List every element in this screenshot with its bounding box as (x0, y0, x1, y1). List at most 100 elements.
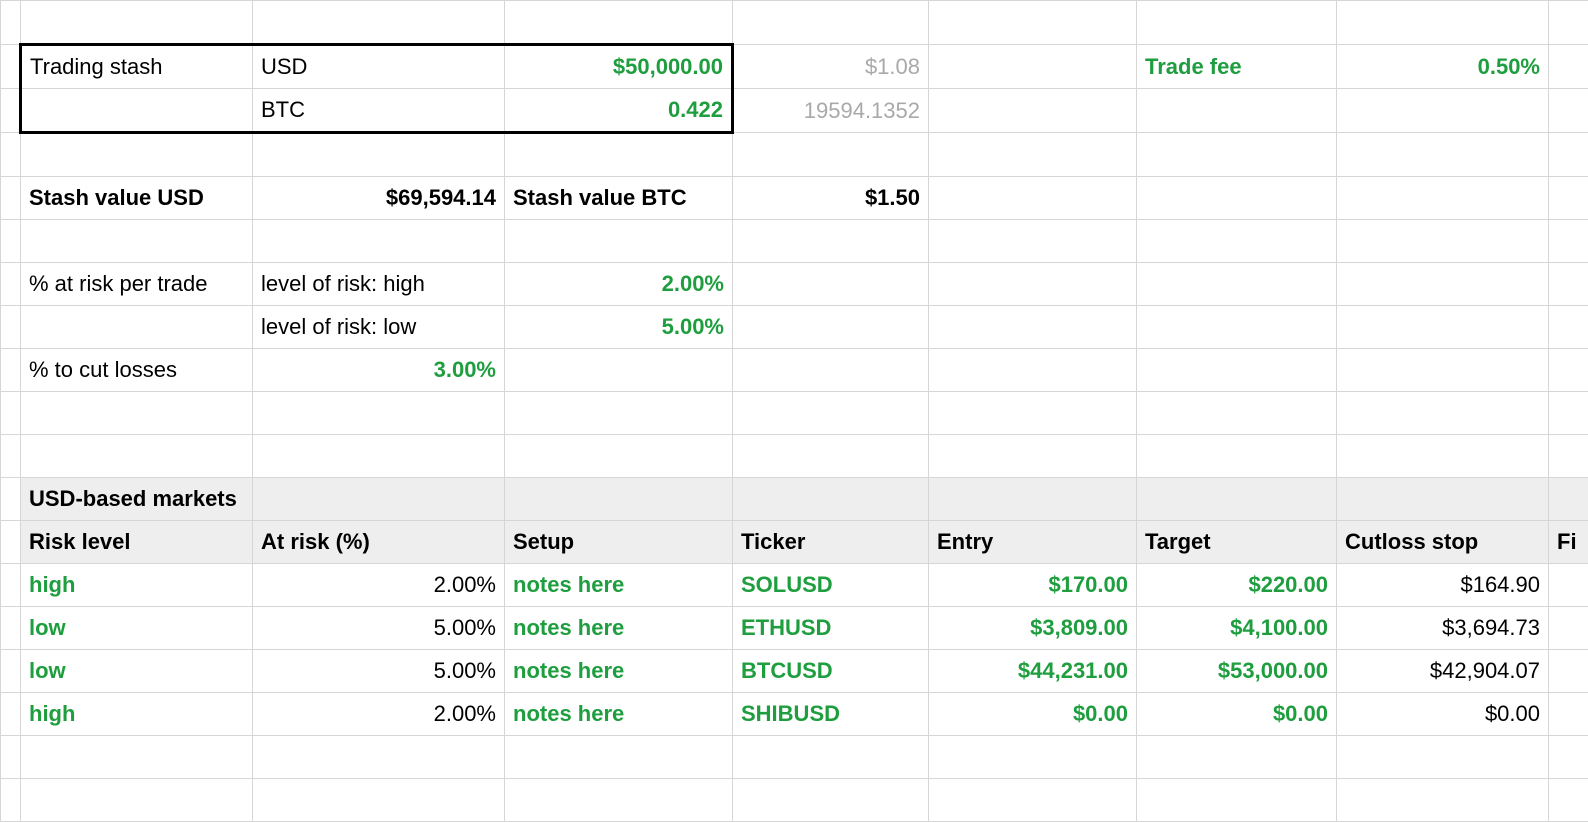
cell[interactable] (733, 478, 929, 521)
cell[interactable] (253, 133, 505, 177)
col-risk[interactable]: Risk level (21, 521, 253, 564)
cell[interactable] (1337, 220, 1549, 263)
table-row[interactable]: high 2.00% notes here SHIBUSD $0.00 $0.0… (1, 693, 1588, 736)
cell[interactable] (929, 736, 1137, 779)
cell[interactable] (929, 133, 1137, 177)
usd-value[interactable]: $50,000.00 (505, 45, 733, 89)
atrisk-cell[interactable]: 5.00% (253, 650, 505, 693)
cell[interactable] (1337, 435, 1549, 478)
cell[interactable] (929, 779, 1137, 822)
ticker-cell[interactable]: BTCUSD (733, 650, 929, 693)
cell[interactable] (1137, 133, 1337, 177)
cell[interactable] (505, 220, 733, 263)
cell[interactable] (21, 779, 253, 822)
cell[interactable] (733, 133, 929, 177)
btc-rate[interactable]: 19594.1352 (733, 89, 929, 133)
cell[interactable] (1337, 306, 1549, 349)
atrisk-cell[interactable]: 2.00% (253, 693, 505, 736)
pct-risk-label[interactable]: % at risk per trade (21, 263, 253, 306)
cell[interactable] (929, 1, 1137, 45)
cell[interactable] (1137, 349, 1337, 392)
cell[interactable] (929, 306, 1137, 349)
stash-value-usd[interactable]: $69,594.14 (253, 177, 505, 220)
cell[interactable] (505, 349, 733, 392)
cell[interactable] (21, 220, 253, 263)
cut-losses-label[interactable]: % to cut losses (21, 349, 253, 392)
entry-cell[interactable]: $44,231.00 (929, 650, 1137, 693)
usd-label[interactable]: USD (253, 45, 505, 89)
cell[interactable] (21, 1, 253, 45)
cell[interactable] (929, 220, 1137, 263)
ticker-cell[interactable]: SOLUSD (733, 564, 929, 607)
cell[interactable] (1, 220, 21, 263)
cell[interactable] (1, 263, 21, 306)
cell[interactable] (733, 306, 929, 349)
cell[interactable] (1549, 693, 1588, 736)
cell[interactable] (1549, 306, 1588, 349)
cell[interactable] (253, 435, 505, 478)
setup-cell[interactable]: notes here (505, 564, 733, 607)
cell[interactable] (1137, 435, 1337, 478)
cell[interactable] (21, 392, 253, 435)
cell[interactable] (1549, 133, 1588, 177)
spreadsheet[interactable]: Trading stash USD $50,000.00 $1.08 Trade… (0, 0, 1588, 822)
cell[interactable] (1, 607, 21, 650)
cell[interactable] (1337, 349, 1549, 392)
setup-cell[interactable]: notes here (505, 650, 733, 693)
risk-low-value[interactable]: 5.00% (505, 306, 733, 349)
cell[interactable] (1, 693, 21, 736)
setup-cell[interactable]: notes here (505, 693, 733, 736)
cell[interactable] (929, 435, 1137, 478)
section-header[interactable]: USD-based markets (21, 478, 253, 521)
entry-cell[interactable]: $170.00 (929, 564, 1137, 607)
cell[interactable] (253, 1, 505, 45)
cell[interactable] (1, 177, 21, 220)
cell[interactable] (1549, 349, 1588, 392)
ticker-cell[interactable]: ETHUSD (733, 607, 929, 650)
trading-stash-label[interactable]: Trading stash (21, 45, 253, 89)
cutloss-cell[interactable]: $42,904.07 (1337, 650, 1549, 693)
cell[interactable] (929, 478, 1137, 521)
cell[interactable] (1137, 1, 1337, 45)
cell[interactable] (1, 435, 21, 478)
col-ticker[interactable]: Ticker (733, 521, 929, 564)
cell[interactable] (253, 478, 505, 521)
ticker-cell[interactable]: SHIBUSD (733, 693, 929, 736)
trade-fee-value[interactable]: 0.50% (1337, 45, 1549, 89)
cell[interactable] (733, 220, 929, 263)
cell[interactable] (1, 1, 21, 45)
stash-value-btc[interactable]: $1.50 (733, 177, 929, 220)
cell[interactable] (1549, 779, 1588, 822)
stash-value-usd-label[interactable]: Stash value USD (21, 177, 253, 220)
col-fi[interactable]: Fi (1549, 521, 1588, 564)
col-setup[interactable]: Setup (505, 521, 733, 564)
cell[interactable] (1, 45, 21, 89)
usd-rate[interactable]: $1.08 (733, 45, 929, 89)
cell[interactable] (505, 1, 733, 45)
cell[interactable] (1337, 392, 1549, 435)
target-cell[interactable]: $53,000.00 (1137, 650, 1337, 693)
cell[interactable] (1549, 736, 1588, 779)
cell[interactable] (1549, 607, 1588, 650)
cell[interactable] (1549, 435, 1588, 478)
cell[interactable] (1, 392, 21, 435)
entry-cell[interactable]: $0.00 (929, 693, 1137, 736)
risk-high-label[interactable]: level of risk: high (253, 263, 505, 306)
cell[interactable] (929, 177, 1137, 220)
cell[interactable] (1549, 478, 1588, 521)
col-atrisk[interactable]: At risk (%) (253, 521, 505, 564)
col-entry[interactable]: Entry (929, 521, 1137, 564)
cell[interactable] (929, 263, 1137, 306)
cell[interactable] (929, 45, 1137, 89)
cell[interactable] (505, 478, 733, 521)
cell[interactable] (1, 779, 21, 822)
cell[interactable] (929, 349, 1137, 392)
cell[interactable] (733, 736, 929, 779)
cell[interactable] (1137, 478, 1337, 521)
cell[interactable] (1, 736, 21, 779)
cell[interactable] (1337, 736, 1549, 779)
cell[interactable] (1, 349, 21, 392)
cell[interactable] (733, 392, 929, 435)
cell[interactable] (1137, 263, 1337, 306)
cell[interactable] (1, 89, 21, 133)
